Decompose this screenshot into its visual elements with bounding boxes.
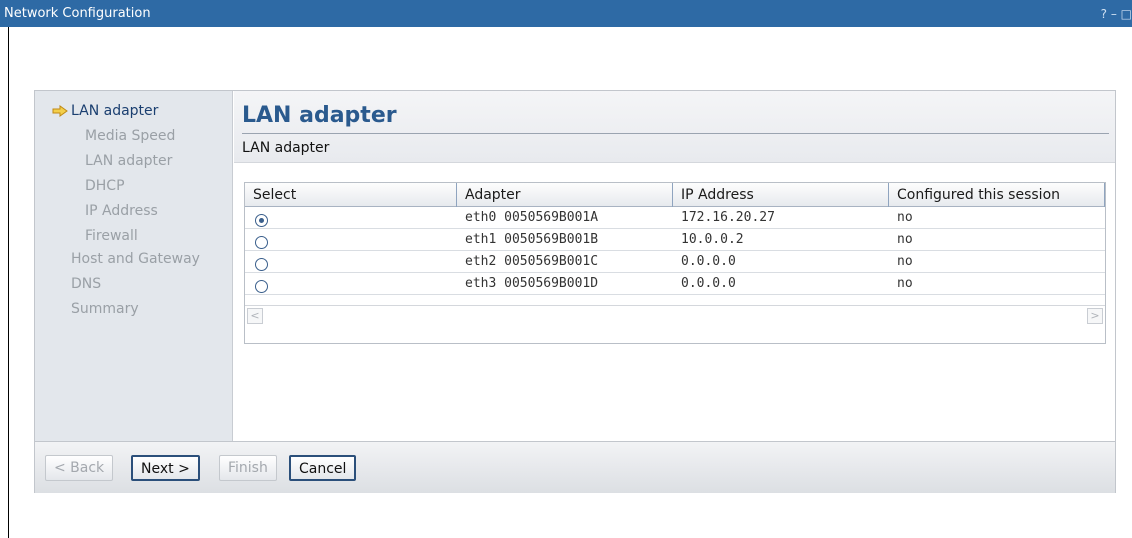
nav-item-host-gateway: Host and Gateway — [71, 251, 200, 267]
adapter-table: Select Adapter IP Address Configured thi… — [244, 182, 1106, 344]
adapter-cell: eth1 0050569B001B — [465, 232, 599, 247]
table-row[interactable]: eth3 0050569B001D 0.0.0.0 no — [245, 273, 1105, 295]
horizontal-scrollbar[interactable]: < > — [245, 305, 1105, 325]
column-header-adapter[interactable]: Adapter — [457, 183, 673, 207]
nav-item-ip-address: IP Address — [85, 203, 158, 219]
nav-item-dns: DNS — [71, 276, 102, 292]
window-title: Network Configuration — [4, 6, 151, 21]
table-row[interactable]: eth1 0050569B001B 10.0.0.2 no — [245, 229, 1105, 251]
wizard-nav: LAN adapter Media Speed LAN adapter DHCP… — [35, 91, 233, 441]
wizard-content: LAN adapter LAN adapter Select Adapter I… — [234, 91, 1115, 441]
window-controls[interactable]: ? – □ — [1101, 7, 1132, 21]
adapter-cell: eth2 0050569B001C — [465, 254, 599, 269]
nav-item-media-speed: Media Speed — [85, 128, 176, 144]
column-header-select[interactable]: Select — [245, 183, 457, 207]
configured-cell: no — [897, 254, 913, 269]
select-radio[interactable] — [255, 258, 268, 271]
ip-address-cell: 10.0.0.2 — [681, 232, 744, 247]
nav-item-firewall: Firewall — [85, 228, 138, 244]
column-header-ip-address[interactable]: IP Address — [673, 183, 889, 207]
configured-cell: no — [897, 210, 913, 225]
window-border — [8, 27, 9, 538]
scroll-right-icon[interactable]: > — [1087, 308, 1103, 324]
finish-button[interactable]: Finish — [219, 455, 277, 481]
window-titlebar: Network Configuration ? – □ — [0, 0, 1132, 27]
nav-item-summary: Summary — [71, 301, 139, 317]
nav-item-dhcp: DHCP — [85, 178, 125, 194]
ip-address-cell: 0.0.0.0 — [681, 254, 736, 269]
nav-item-lan-adapter[interactable]: LAN adapter — [71, 103, 158, 119]
next-button[interactable]: Next > — [131, 455, 200, 481]
page-subtitle: LAN adapter — [242, 140, 330, 156]
select-radio[interactable] — [255, 236, 268, 249]
table-header: Select Adapter IP Address Configured thi… — [245, 183, 1105, 207]
page-header: LAN adapter LAN adapter — [234, 91, 1115, 163]
ip-address-cell: 0.0.0.0 — [681, 276, 736, 291]
page-title: LAN adapter — [242, 103, 397, 128]
configured-cell: no — [897, 232, 913, 247]
adapter-cell: eth0 0050569B001A — [465, 210, 599, 225]
wizard-footer: < Back Next > Finish Cancel — [35, 441, 1115, 493]
wizard-panel: LAN adapter Media Speed LAN adapter DHCP… — [34, 90, 1116, 493]
select-radio[interactable] — [255, 280, 268, 293]
table-row[interactable]: eth0 0050569B001A 172.16.20.27 no — [245, 207, 1105, 229]
current-step-arrow-icon — [52, 105, 68, 117]
table-row[interactable]: eth2 0050569B001C 0.0.0.0 no — [245, 251, 1105, 273]
header-divider — [242, 133, 1109, 134]
column-header-configured[interactable]: Configured this session — [889, 183, 1105, 207]
select-radio[interactable] — [255, 214, 268, 227]
nav-item-lan-adapter-sub: LAN adapter — [85, 153, 173, 169]
cancel-button[interactable]: Cancel — [289, 455, 357, 481]
ip-address-cell: 172.16.20.27 — [681, 210, 775, 225]
adapter-cell: eth3 0050569B001D — [465, 276, 599, 291]
configured-cell: no — [897, 276, 913, 291]
back-button[interactable]: < Back — [45, 455, 114, 481]
scroll-left-icon[interactable]: < — [247, 308, 263, 324]
